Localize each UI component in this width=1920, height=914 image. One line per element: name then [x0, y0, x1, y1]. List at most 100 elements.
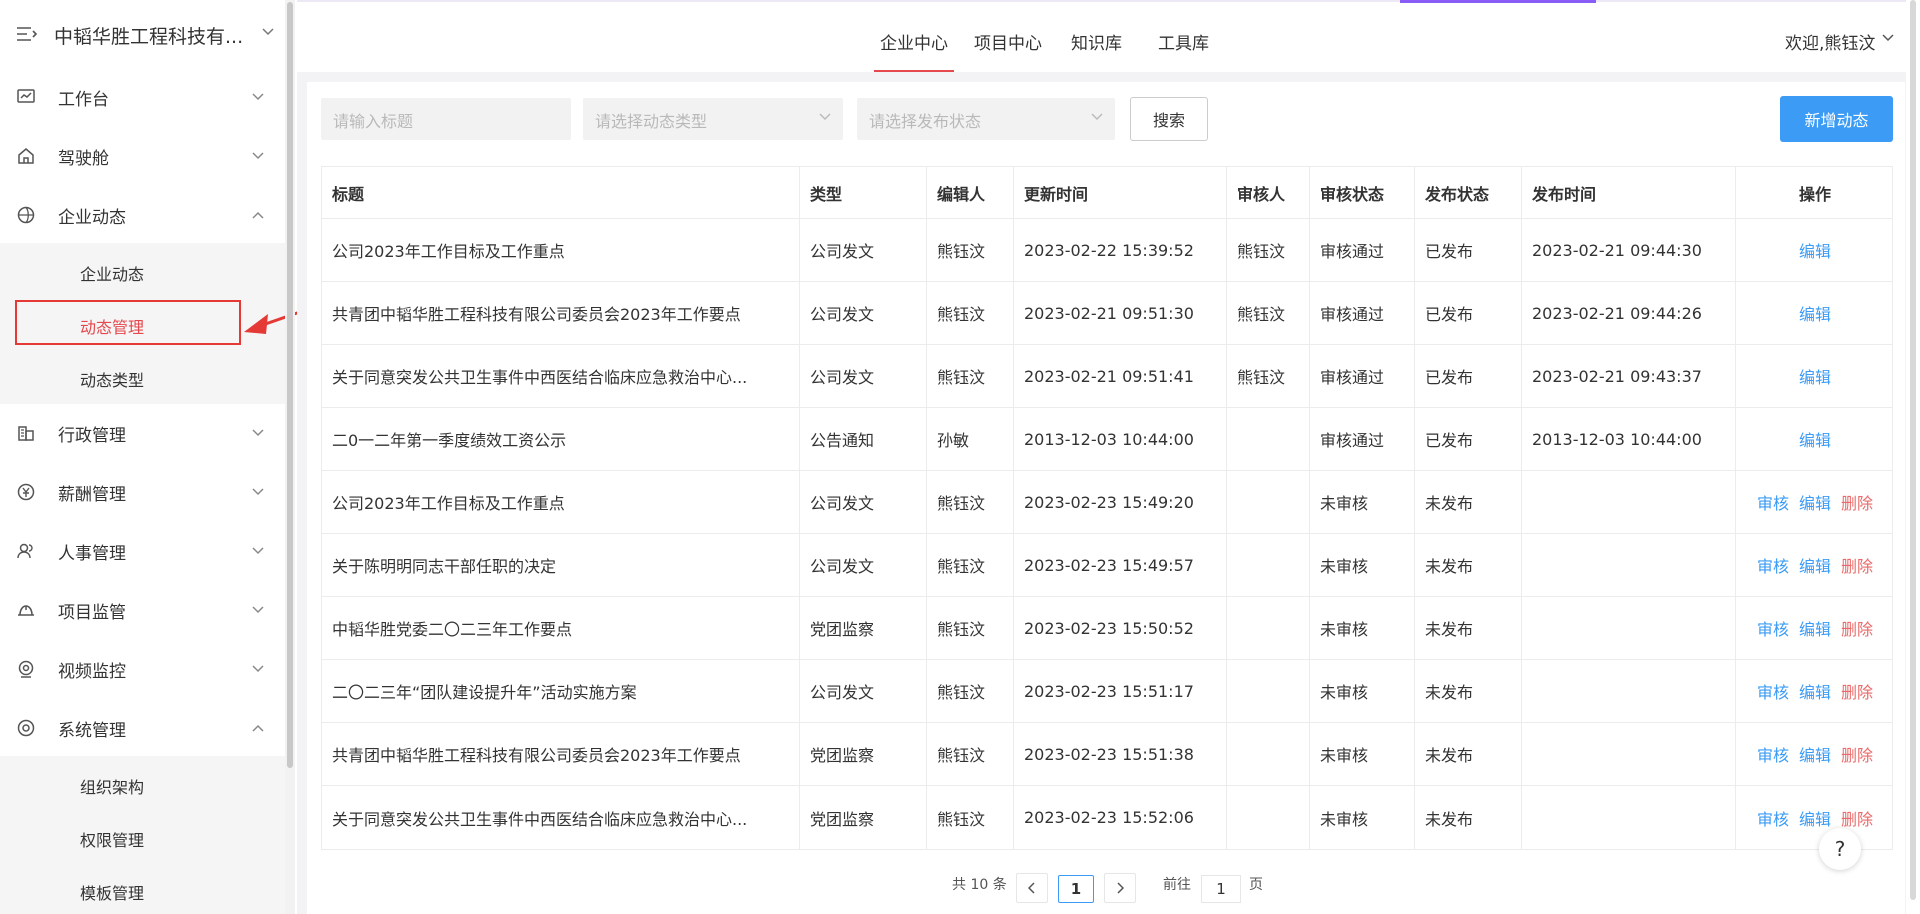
type-select[interactable]: 请选择动态类型: [583, 98, 843, 140]
cell-publish-time: [1522, 597, 1736, 659]
cell-updated: 2013-12-03 10:44:00: [1014, 408, 1227, 470]
table-row: 关于同意突发公共卫生事件中西医结合临床应急救治中心... 党团监察 熊钰汶 2023-…: [322, 786, 1892, 849]
cell-reviewer: 熊钰汶: [1227, 282, 1310, 344]
settings-icon: [17, 719, 35, 737]
cell-editor: 孙敏: [927, 408, 1014, 470]
delete-button[interactable]: 删除: [1841, 806, 1873, 830]
page-scrollbar[interactable]: [1906, 0, 1920, 914]
sidebar-item-salary[interactable]: 薪酬管理: [0, 462, 285, 520]
prev-page-button[interactable]: [1016, 873, 1048, 903]
edit-button[interactable]: 编辑: [1799, 301, 1831, 325]
review-button[interactable]: 审核: [1757, 490, 1789, 514]
user-welcome[interactable]: 欢迎,熊钰汶: [1785, 29, 1875, 54]
cell-type: 党团监察: [800, 786, 927, 849]
edit-button[interactable]: 编辑: [1799, 364, 1831, 388]
delete-button[interactable]: 删除: [1841, 490, 1873, 514]
edit-button[interactable]: 编辑: [1799, 490, 1831, 514]
cell-review-status: 未审核: [1310, 786, 1415, 849]
help-button[interactable]: ?: [1819, 828, 1861, 870]
cell-review-status: 未审核: [1310, 660, 1415, 722]
delete-button[interactable]: 删除: [1841, 679, 1873, 703]
cell-actions: 审核 编辑 删除: [1736, 597, 1894, 659]
helmet-icon: [18, 605, 34, 616]
goto-page-input[interactable]: [1201, 875, 1241, 903]
cell-actions: 审核 编辑 删除: [1736, 471, 1894, 533]
chevron-down-icon[interactable]: [1882, 34, 1894, 42]
chevron-down-icon: [1091, 113, 1103, 121]
cell-type: 公司发文: [800, 471, 927, 533]
edit-button[interactable]: 编辑: [1799, 742, 1831, 766]
cell-actions: 审核 编辑 删除: [1736, 786, 1894, 849]
next-page-button[interactable]: [1104, 873, 1136, 903]
cell-updated: 2023-02-21 09:51:30: [1014, 282, 1227, 344]
edit-button[interactable]: 编辑: [1799, 679, 1831, 703]
menu-toggle-icon[interactable]: [16, 26, 38, 42]
review-button[interactable]: 审核: [1757, 742, 1789, 766]
page-number-current[interactable]: 1: [1058, 875, 1094, 903]
edit-button[interactable]: 编辑: [1799, 616, 1831, 640]
sidebar-item-label: 驾驶舱: [58, 149, 109, 169]
cell-title: 二0一二年第一季度绩效工资公示: [322, 408, 800, 470]
delete-button[interactable]: 删除: [1841, 742, 1873, 766]
cell-editor: 熊钰汶: [927, 219, 1014, 281]
cell-editor: 熊钰汶: [927, 471, 1014, 533]
edit-button[interactable]: 编辑: [1799, 427, 1831, 451]
sidebar-item-building[interactable]: 行政管理: [0, 403, 285, 461]
cell-review-status: 审核通过: [1310, 408, 1415, 470]
sidebar-item-globe[interactable]: 企业动态: [0, 185, 285, 243]
tab-knowledge-base[interactable]: 知识库: [1071, 29, 1122, 54]
cell-updated: 2023-02-23 15:51:17: [1014, 660, 1227, 722]
add-news-button[interactable]: 新增动态: [1780, 96, 1893, 142]
cell-publish-status: 已发布: [1415, 219, 1522, 281]
sidebar-item-settings[interactable]: 系统管理: [0, 698, 285, 756]
sidebar-item-people[interactable]: 人事管理: [0, 521, 285, 579]
review-button[interactable]: 审核: [1757, 806, 1789, 830]
title-search-input[interactable]: 请输入标题: [321, 98, 571, 140]
cell-actions: 审核 编辑 删除: [1736, 660, 1894, 722]
column-header: 编辑人: [927, 167, 1014, 218]
status-select-placeholder: 请选择发布状态: [869, 112, 982, 131]
submenu-item[interactable]: 动态类型: [0, 352, 285, 404]
company-name[interactable]: 中韬华胜工程科技有...: [54, 22, 243, 49]
cell-title: 共青团中韬华胜工程科技有限公司委员会2023年工作要点: [322, 282, 800, 344]
sidebar-item-camera[interactable]: 视频监控: [0, 639, 285, 697]
cell-type: 公司发文: [800, 282, 927, 344]
cell-publish-status: 已发布: [1415, 282, 1522, 344]
submenu-item-label: 组织架构: [80, 778, 145, 797]
delete-button[interactable]: 删除: [1841, 616, 1873, 640]
cell-reviewer: 熊钰汶: [1227, 345, 1310, 407]
edit-button[interactable]: 编辑: [1799, 806, 1831, 830]
sidebar-scrollbar[interactable]: [285, 0, 295, 914]
submenu-item[interactable]: 权限管理: [0, 812, 285, 864]
column-header: 发布状态: [1415, 167, 1522, 218]
search-button[interactable]: 搜索: [1130, 97, 1208, 141]
chevron-down-icon: [252, 152, 264, 160]
cell-editor: 熊钰汶: [927, 786, 1014, 849]
sidebar-item-home[interactable]: 驾驶舱: [0, 126, 285, 184]
sidebar-item-helmet[interactable]: 项目监管: [0, 580, 285, 638]
cell-type: 公告通知: [800, 408, 927, 470]
cell-publish-time: 2013-12-03 10:44:00: [1522, 408, 1736, 470]
cell-type: 公司发文: [800, 534, 927, 596]
chevron-down-icon[interactable]: [262, 28, 274, 36]
submenu-item[interactable]: 组织架构: [0, 759, 285, 811]
cell-type: 公司发文: [800, 219, 927, 281]
tab-project-center[interactable]: 项目中心: [974, 29, 1042, 54]
edit-button[interactable]: 编辑: [1799, 238, 1831, 262]
sidebar-item-label: 项目监管: [58, 603, 126, 623]
edit-button[interactable]: 编辑: [1799, 553, 1831, 577]
delete-button[interactable]: 删除: [1841, 553, 1873, 577]
review-button[interactable]: 审核: [1757, 679, 1789, 703]
tab-tool-library[interactable]: 工具库: [1158, 29, 1209, 54]
sidebar-item-dashboard[interactable]: 工作台: [0, 67, 285, 125]
submenu-item[interactable]: 模板管理: [0, 865, 285, 914]
review-button[interactable]: 审核: [1757, 616, 1789, 640]
cell-title: 共青团中韬华胜工程科技有限公司委员会2023年工作要点: [322, 723, 800, 785]
status-select[interactable]: 请选择发布状态: [857, 98, 1115, 140]
cell-review-status: 未审核: [1310, 597, 1415, 659]
chevron-right-icon: [1117, 882, 1124, 894]
cell-type: 公司发文: [800, 660, 927, 722]
column-header: 类型: [800, 167, 927, 218]
review-button[interactable]: 审核: [1757, 553, 1789, 577]
tab-enterprise-center[interactable]: 企业中心: [874, 29, 954, 73]
